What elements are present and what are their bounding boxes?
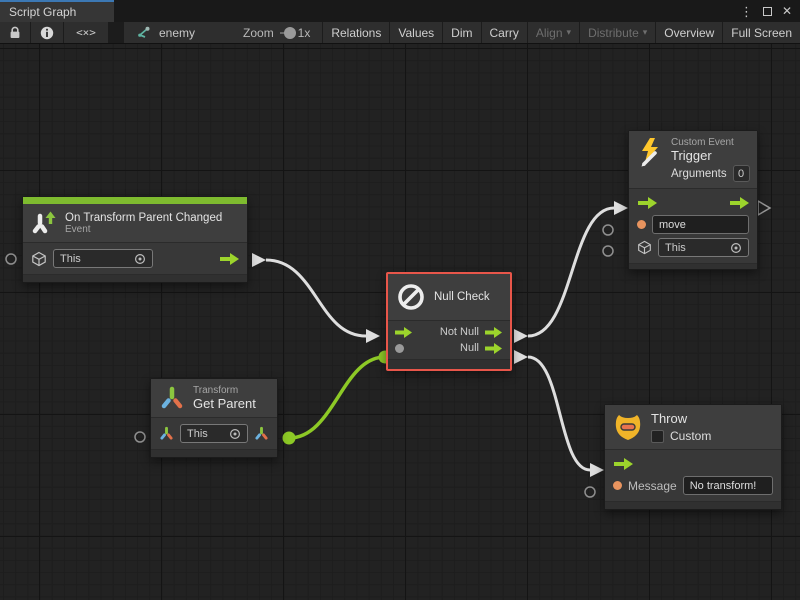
graph-canvas[interactable]: On Transform Parent Changed Event This [0,44,800,600]
object-picker-icon[interactable] [134,253,146,265]
message-port[interactable] [613,481,622,490]
overview-button[interactable]: Overview [656,22,722,43]
transform-input-port[interactable] [159,426,174,441]
close-icon[interactable]: ✕ [782,4,792,18]
node-footer [629,263,757,269]
arguments-count-field[interactable]: 0 [733,165,750,182]
node-get-parent[interactable]: Transform Get Parent This [150,378,278,458]
node-footer [23,274,247,282]
lock-icon [9,26,21,39]
tab-title: Script Graph [9,5,76,19]
gameobject-cube-icon [637,240,652,255]
arguments-label: Arguments [671,168,727,180]
object-picker-icon[interactable] [229,428,241,440]
window-menu-icon[interactable]: ⋮ [740,5,753,18]
port-label: Not Null [419,326,479,338]
port-customevent-name-input[interactable] [603,225,613,235]
distribute-button[interactable]: Distribute ▾ [580,22,655,43]
wire-notnull-to-customevent [514,201,628,343]
port-customevent-target-input[interactable] [603,246,613,256]
info-icon [40,26,54,40]
node-title: Get Parent [193,396,256,411]
tab-bar: Script Graph ⋮ ✕ [0,0,800,22]
dim-button[interactable]: Dim [443,22,480,43]
code-preview-button[interactable]: <×> [64,22,108,43]
tab-script-graph[interactable]: Script Graph [0,0,114,22]
node-null-check[interactable]: Null Check Not Null Null [386,272,512,371]
graph-icon [136,26,151,40]
target-dropdown[interactable]: This [53,249,153,268]
chevron-down-icon: ▾ [567,27,572,38]
value-input-port[interactable] [395,344,404,353]
unity-visual-scripting-window: Script Graph ⋮ ✕ <×> [0,0,800,600]
code-icon: <×> [76,26,96,39]
full-screen-button[interactable]: Full Screen [723,22,800,43]
values-button[interactable]: Values [390,22,442,43]
null-output-port[interactable] [485,343,503,354]
gameobject-cube-icon [31,251,47,267]
flow-input-port[interactable] [613,458,633,470]
tabbar-spacer [114,0,732,22]
port-label: Null [410,342,479,354]
port-event-target-input[interactable] [6,254,16,264]
wire-event-to-nullcheck [252,253,380,343]
port-throw-message-input[interactable] [585,487,595,497]
transform-icon [159,385,185,411]
lock-button[interactable] [0,22,30,43]
throw-error-icon [613,411,643,443]
node-title: On Transform Parent Changed [65,212,222,224]
graph-name: enemy [159,26,195,40]
event-name-field[interactable]: move [652,215,749,234]
custom-event-icon [637,137,663,167]
graph-info-group: enemy Zoom 1x [124,22,322,43]
target-dropdown[interactable]: This [658,238,749,257]
custom-checkbox-label: Custom [670,429,711,443]
zoom-label: Zoom [243,26,274,40]
flow-input-port[interactable] [395,327,413,338]
chevron-down-icon: ▾ [643,27,648,38]
custom-checkbox[interactable] [651,430,664,443]
graph-toolbar: <×> enemy Zoom 1x Relations Values Dim C… [0,22,800,44]
node-trigger-custom-event[interactable]: Custom Event Trigger Arguments 0 [628,130,758,270]
node-footer [605,501,781,509]
port-getparent-target-input[interactable] [135,432,145,442]
zoom-slider[interactable] [280,32,292,34]
window-controls: ⋮ ✕ [732,0,800,22]
node-on-transform-parent-changed[interactable]: On Transform Parent Changed Event This [22,196,248,283]
node-category: Custom Event [671,137,750,148]
node-throw[interactable]: Throw Custom Message [604,404,782,510]
zoom-value: 1x [298,26,311,40]
node-category: Transform [193,385,256,396]
node-title: Trigger [671,148,750,163]
node-footer [151,449,277,457]
not-null-output-port[interactable] [485,327,503,338]
zoom-control: Zoom 1x [243,26,310,40]
relations-button[interactable]: Relations [323,22,389,43]
message-field[interactable]: No transform! [683,476,773,495]
info-button[interactable] [31,22,63,43]
node-footer [388,359,510,369]
node-subtitle: Event [65,224,222,235]
carry-button[interactable]: Carry [482,22,527,43]
wire-null-to-throw [514,350,604,477]
target-dropdown[interactable]: This [180,424,248,443]
event-accent-bar [23,197,247,204]
wire-getparent-to-nullcheck [283,351,392,445]
transform-event-icon [31,210,57,236]
node-title: Throw [651,411,711,426]
port-customevent-flow-output[interactable] [758,201,770,215]
node-title: Null Check [434,291,490,303]
null-check-icon [396,282,426,312]
zoom-slider-handle[interactable] [284,27,296,39]
message-label: Message [628,479,677,493]
toolbar-gap [109,22,123,43]
maximize-icon[interactable] [763,7,772,16]
object-picker-icon[interactable] [730,242,742,254]
align-button[interactable]: Align ▾ [528,22,579,43]
event-name-port[interactable] [637,220,646,229]
flow-input-port[interactable] [637,197,657,209]
flow-output-port[interactable] [219,253,239,265]
flow-output-port[interactable] [729,197,749,209]
transform-output-port[interactable] [254,426,269,441]
